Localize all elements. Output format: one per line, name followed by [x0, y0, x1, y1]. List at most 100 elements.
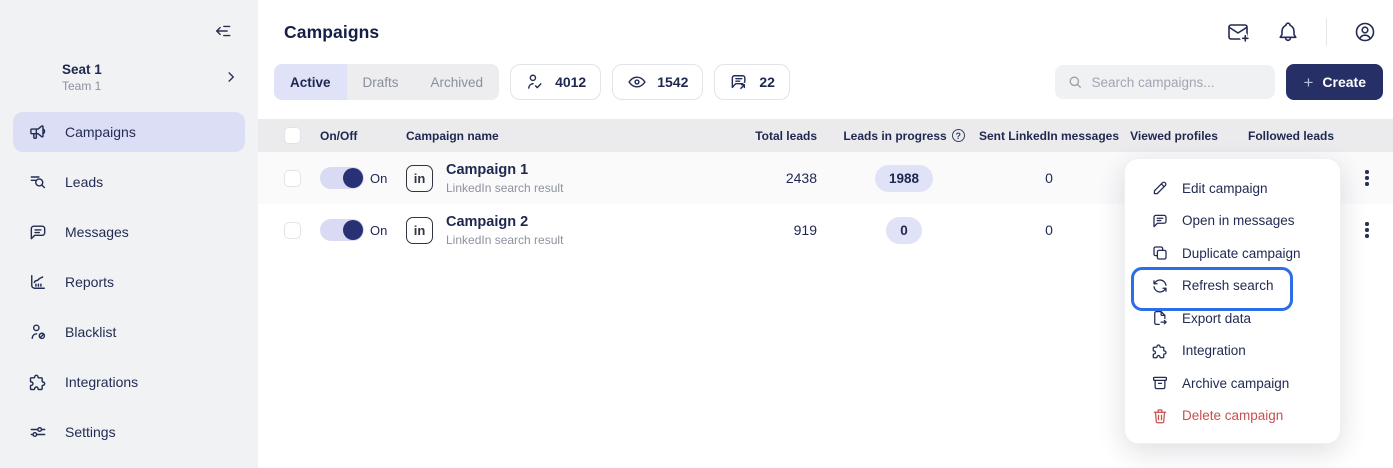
campaign-name-cell[interactable]: in Campaign 2 LinkedIn search result: [396, 214, 676, 247]
toggle-switch[interactable]: [320, 219, 364, 241]
row-context-menu: Edit campaign Open in messages Duplicate…: [1124, 158, 1341, 444]
avatar-icon[interactable]: [1353, 20, 1377, 44]
campaign-tabs: Active Drafts Archived: [274, 64, 499, 100]
topbar-actions: [1226, 18, 1377, 46]
row-checkbox[interactable]: [284, 170, 301, 187]
campaign-subtitle: LinkedIn search result: [446, 233, 563, 247]
sidebar-item-leads[interactable]: Leads: [13, 162, 245, 202]
tab-active[interactable]: Active: [274, 64, 347, 100]
sidebar-item-label: Messages: [65, 224, 129, 240]
menu-item-edit-campaign[interactable]: Edit campaign: [1125, 172, 1340, 205]
stat-value: 1542: [657, 74, 688, 90]
row-menu-icon[interactable]: [1357, 165, 1377, 191]
sidebar-item-settings[interactable]: Settings: [13, 412, 245, 452]
select-all-checkbox[interactable]: [284, 127, 301, 144]
archive-icon: [1151, 374, 1169, 392]
tab-archived[interactable]: Archived: [415, 64, 500, 100]
chevron-right-icon: [222, 68, 240, 86]
mail-plus-icon[interactable]: [1226, 20, 1250, 44]
create-button[interactable]: + Create: [1286, 64, 1383, 100]
sidebar-item-integrations[interactable]: Integrations: [13, 362, 245, 402]
search-icon: [1067, 74, 1083, 90]
copy-icon: [1151, 244, 1169, 262]
table-header-row: On/Off Campaign name Total leads Leads i…: [258, 119, 1393, 152]
stat-viewed[interactable]: 1542: [612, 64, 703, 100]
menu-item-duplicate-campaign[interactable]: Duplicate campaign: [1125, 237, 1340, 270]
campaign-toggle: On: [320, 167, 396, 189]
menu-item-label: Open in messages: [1182, 213, 1295, 228]
menu-item-refresh-search[interactable]: Refresh search: [1125, 270, 1340, 303]
menu-item-label: Integration: [1182, 343, 1246, 358]
sidebar-item-campaigns[interactable]: Campaigns: [13, 112, 245, 152]
edit-icon: [1151, 179, 1169, 197]
export-icon: [1151, 309, 1169, 327]
message-icon: [28, 222, 48, 242]
chart-icon: [28, 272, 48, 292]
sidebar-item-label: Blacklist: [65, 324, 116, 340]
campaign-name-cell[interactable]: in Campaign 1 LinkedIn search result: [396, 162, 676, 195]
total-leads-value: 919: [794, 222, 817, 238]
user-check-icon: [525, 72, 545, 92]
menu-item-delete-campaign[interactable]: Delete campaign: [1125, 400, 1340, 433]
stat-leads-accepted[interactable]: 4012: [510, 64, 601, 100]
topbar: Campaigns: [258, 0, 1393, 58]
sidebar-item-label: Leads: [65, 174, 103, 190]
stat-messages[interactable]: 22: [714, 64, 790, 100]
help-icon[interactable]: ?: [952, 129, 965, 142]
toggle-switch[interactable]: [320, 167, 364, 189]
list-search-icon: [28, 172, 48, 192]
menu-item-integration[interactable]: Integration: [1125, 335, 1340, 368]
campaign-subtitle: LinkedIn search result: [446, 181, 563, 195]
bell-icon[interactable]: [1276, 20, 1300, 44]
sidebar-item-label: Integrations: [65, 374, 138, 390]
sidebar-item-blacklist[interactable]: Blacklist: [13, 312, 245, 352]
toolbar: Active Drafts Archived 4012: [258, 64, 1393, 100]
collapse-sidebar-icon[interactable]: [210, 18, 236, 44]
sidebar-item-label: Campaigns: [65, 124, 136, 140]
menu-item-label: Refresh search: [1182, 278, 1274, 293]
create-button-label: Create: [1322, 74, 1366, 90]
sidebar-item-reports[interactable]: Reports: [13, 262, 245, 302]
column-total-leads: Total leads: [755, 129, 817, 143]
main-content: Campaigns: [258, 0, 1393, 468]
toggle-knob: [343, 220, 363, 240]
seat-selector[interactable]: Seat 1 Team 1: [62, 58, 240, 96]
puzzle-icon: [28, 372, 48, 392]
sent-messages-value: 0: [1045, 222, 1053, 238]
leads-in-progress-badge: 0: [886, 217, 922, 244]
puzzle-icon: [1151, 342, 1169, 360]
campaign-name: Campaign 1: [446, 162, 563, 178]
search-input[interactable]: [1091, 75, 1263, 90]
column-onoff: On/Off: [320, 129, 396, 143]
message-icon: [1151, 212, 1169, 230]
toggle-label: On: [370, 223, 387, 238]
menu-item-open-in-messages[interactable]: Open in messages: [1125, 205, 1340, 238]
tab-drafts[interactable]: Drafts: [347, 64, 415, 100]
toggle-label: On: [370, 171, 387, 186]
campaign-name: Campaign 2: [446, 214, 563, 230]
linkedin-icon: in: [406, 165, 433, 192]
column-sent-messages: Sent LinkedIn messages: [979, 129, 1119, 143]
sent-messages-value: 0: [1045, 170, 1053, 186]
column-viewed-profiles: Viewed profiles: [1130, 129, 1218, 143]
page-title: Campaigns: [284, 22, 379, 43]
refresh-icon: [1151, 277, 1169, 295]
row-checkbox[interactable]: [284, 222, 301, 239]
linkedin-icon: in: [406, 217, 433, 244]
menu-item-archive-campaign[interactable]: Archive campaign: [1125, 367, 1340, 400]
search-box: [1055, 65, 1275, 99]
trash-icon: [1151, 407, 1169, 425]
menu-item-label: Duplicate campaign: [1182, 246, 1301, 261]
row-menu-icon[interactable]: [1357, 217, 1377, 243]
stat-value: 4012: [555, 74, 586, 90]
stats-group: 4012 1542: [510, 64, 790, 100]
column-leads-in-progress: Leads in progress ?: [843, 129, 964, 143]
menu-item-label: Edit campaign: [1182, 181, 1268, 196]
column-followed-leads: Followed leads: [1248, 129, 1334, 143]
menu-item-export-data[interactable]: Export data: [1125, 302, 1340, 335]
sidebar-item-messages[interactable]: Messages: [13, 212, 245, 252]
user-block-icon: [28, 322, 48, 342]
sidebar-nav: Campaigns Leads Messages: [0, 112, 258, 452]
leads-in-progress-badge: 1988: [875, 165, 933, 192]
stat-value: 22: [759, 74, 775, 90]
